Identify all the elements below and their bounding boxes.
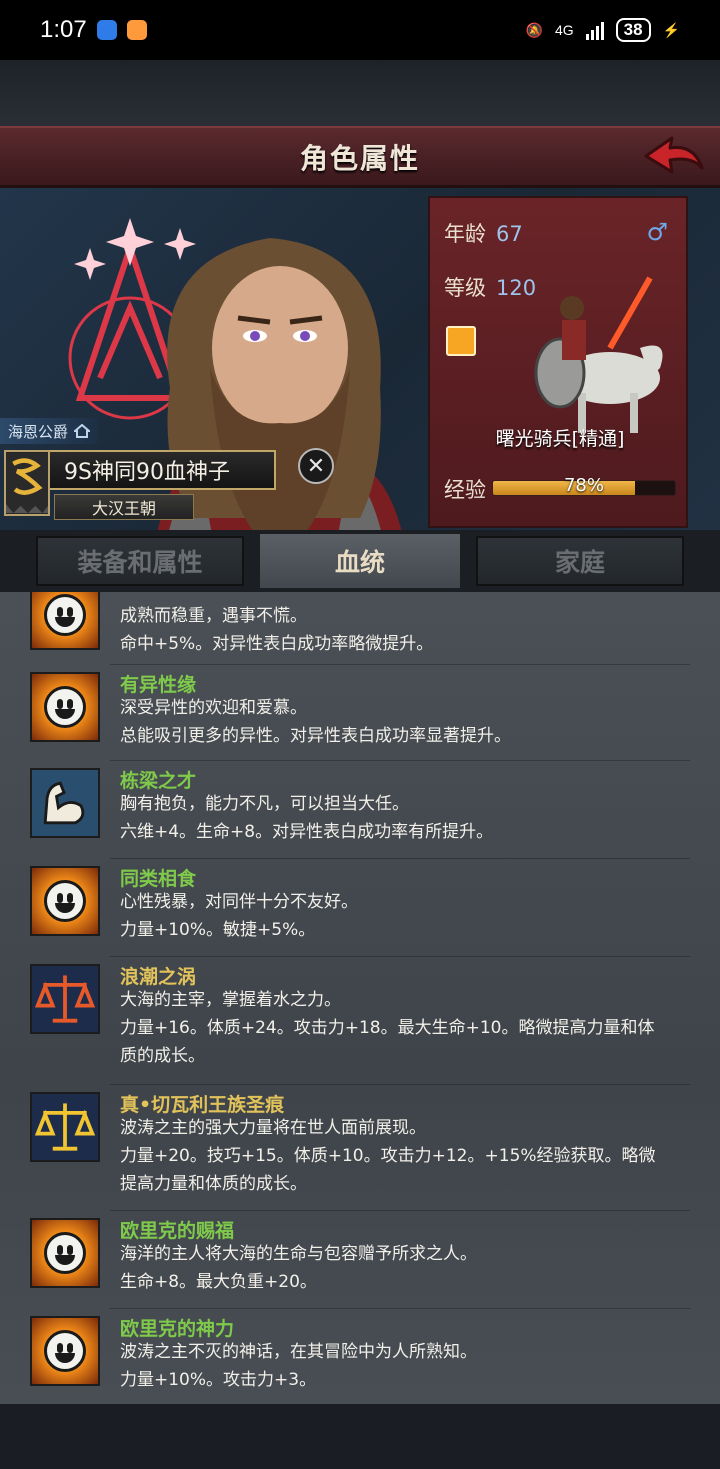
trait-name: 有异性缘	[120, 674, 197, 696]
age-value: 67	[496, 222, 523, 246]
dynasty-name: 大汉王朝	[91, 499, 156, 518]
trait-name: 真•切瓦利王族圣痕	[120, 1094, 285, 1116]
trait-divider	[110, 1084, 690, 1085]
dynasty-banner-icon	[4, 450, 50, 516]
trait-list[interactable]: 成熟而稳重，遇事不慌。命中+5%。对异性表白成功率略微提升。 有异性缘 深受异性的欢…	[0, 592, 720, 1404]
tab-bloodline[interactable]: 血统	[258, 532, 462, 590]
info-card: 年龄 67 ♂ 等级 120 曙光骑兵[精通] 经验 78%	[428, 196, 688, 528]
battery-indicator: 38	[615, 18, 651, 42]
back-arrow-icon[interactable]	[642, 134, 706, 184]
trait-desc-line: 波涛之主不灭的神话，在其冒险中为人所熟知。	[120, 1342, 477, 1362]
mute-icon: 🔕	[525, 21, 543, 38]
trait-effect-line: 力量+20。技巧+15。体质+10。攻击力+12。+15%经验获取。略微	[120, 1146, 656, 1166]
knight-unit-illustration	[534, 276, 663, 433]
noble-title-tag: 海恩公爵	[0, 418, 99, 444]
trait-divider	[110, 1210, 690, 1211]
age-row: 年龄 67	[444, 218, 523, 248]
trait-desc-line: 波涛之主的强大力量将在世人面前展现。	[120, 1118, 426, 1138]
shield-icon	[96, 20, 117, 40]
age-label: 年龄	[444, 222, 486, 246]
smiley-face	[44, 1330, 86, 1372]
smiley-face	[44, 686, 86, 728]
trait-name: 欧里克的赐福	[120, 1220, 235, 1242]
trait-description: 心性残暴，对同伴十分不友好。 力量+10%。敏捷+5%。	[120, 888, 690, 944]
character-name: 9S神同90血神子	[64, 460, 230, 485]
top-strip	[0, 60, 720, 126]
trait-desc-line: 胸有抱负，能力不凡，可以担当大任。	[120, 794, 409, 814]
trait-name: 浪潮之涡	[120, 966, 197, 988]
exp-percent: 78%	[563, 475, 604, 496]
level-label: 等级	[444, 276, 486, 300]
smiley-sun-icon	[30, 592, 100, 650]
trait-desc-line: 大海的主宰，掌握着水之力。	[120, 990, 341, 1010]
trait-effect-line: 力量+10%。敏捷+5%。	[120, 920, 316, 940]
tab-bar: 装备和属性 血统 家庭	[0, 530, 720, 592]
trait-name: 栋梁之才	[120, 770, 197, 792]
smiley-sun-icon	[30, 672, 100, 742]
trait-divider	[110, 664, 690, 665]
unit-name: 曙光骑兵[精通]	[495, 428, 625, 450]
signal-icon	[585, 20, 604, 40]
page-title: 角色属性	[299, 141, 420, 175]
house-icon	[74, 424, 91, 438]
close-button[interactable]: ✕	[298, 448, 334, 484]
gold-scale-icon	[30, 1092, 100, 1162]
trait-description: 大海的主宰，掌握着水之力。力量+16。体质+24。攻击力+18。最大生命+10。…	[120, 986, 690, 1070]
cavalry-class-icon[interactable]	[446, 326, 476, 356]
trait-effect-line: 力量+10%。攻击力+3。	[120, 1370, 317, 1390]
trait-description: 成熟而稳重，遇事不慌。命中+5%。对异性表白成功率略微提升。	[120, 602, 690, 658]
trait-effect-line: 提高力量和体质的成长。	[120, 1174, 307, 1194]
exp-label: 经验	[444, 478, 486, 502]
title-bar: 角色属性	[0, 126, 720, 188]
trait-divider	[110, 760, 690, 761]
smiley-sun-icon	[30, 1316, 100, 1386]
smiley-sun-icon	[30, 1218, 100, 1288]
chat-notification-icon	[126, 20, 147, 40]
smiley-sun-icon	[30, 866, 100, 936]
network-label: 4G	[554, 22, 574, 38]
trait-effect-line: 总能吸引更多的异性。对异性表白成功率显著提升。	[120, 726, 511, 746]
trait-divider	[110, 858, 690, 859]
character-name-plate: 9S神同90血神子	[50, 450, 276, 490]
trait-desc-line: 心性残暴，对同伴十分不友好。	[120, 892, 358, 912]
status-time: 1:07	[40, 16, 87, 43]
trait-description: 波涛之主不灭的神话，在其冒险中为人所熟知。 力量+10%。攻击力+3。	[120, 1338, 690, 1394]
trait-divider	[110, 956, 690, 957]
trait-desc-line: 海洋的主人将大海的生命与包容赠予所求之人。	[120, 1244, 477, 1264]
trait-effect-line: 力量+16。体质+24。攻击力+18。最大生命+10。略微提高力量和体	[120, 1018, 655, 1038]
dynasty-plate: 大汉王朝	[54, 494, 194, 520]
trait-desc-line: 深受异性的欢迎和爱慕。	[120, 698, 307, 718]
trait-description: 胸有抱负，能力不凡，可以担当大任。六维+4。生命+8。对异性表白成功率有所提升。	[120, 790, 690, 846]
name-box: 9S神同90血神子 大汉王朝	[0, 446, 280, 526]
status-bar: 1:07 🔕 4G 38 ⚡	[0, 0, 720, 60]
smiley-face	[44, 1232, 86, 1274]
trait-desc-line: 成熟而稳重，遇事不慌。	[120, 606, 307, 626]
tab-family[interactable]: 家庭	[476, 536, 684, 586]
status-right: 🔕 4G 38 ⚡	[526, 18, 680, 42]
muscle-arm-icon	[30, 768, 100, 838]
bottom-strip	[0, 1404, 720, 1469]
trait-effect-line: 命中+5%。对异性表白成功率略微提升。	[120, 634, 434, 654]
close-icon: ✕	[306, 453, 326, 479]
smiley-face	[44, 880, 86, 922]
noble-title: 海恩公爵	[8, 422, 69, 441]
trait-name: 欧里克的神力	[120, 1318, 235, 1340]
trait-effect-line: 质的成长。	[120, 1046, 205, 1066]
trait-divider	[110, 1308, 690, 1309]
trait-description: 波涛之主的强大力量将在世人面前展现。力量+20。技巧+15。体质+10。攻击力+…	[120, 1114, 690, 1198]
male-gender-icon: ♂	[646, 218, 668, 246]
trait-effect-line: 六维+4。生命+8。对异性表白成功率有所提升。	[120, 822, 494, 842]
trait-description: 深受异性的欢迎和爱慕。总能吸引更多的异性。对异性表白成功率显著提升。	[120, 694, 690, 750]
trait-effect-line: 生命+8。最大负重+20。	[120, 1272, 317, 1292]
tab-equipment-attributes[interactable]: 装备和属性	[36, 536, 244, 586]
red-scale-icon	[30, 964, 100, 1034]
trait-name: 同类相食	[120, 868, 197, 890]
trait-description: 海洋的主人将大海的生命与包容赠予所求之人。 生命+8。最大负重+20。	[120, 1240, 690, 1296]
charging-icon: ⚡	[662, 21, 680, 38]
smiley-face	[44, 594, 86, 636]
